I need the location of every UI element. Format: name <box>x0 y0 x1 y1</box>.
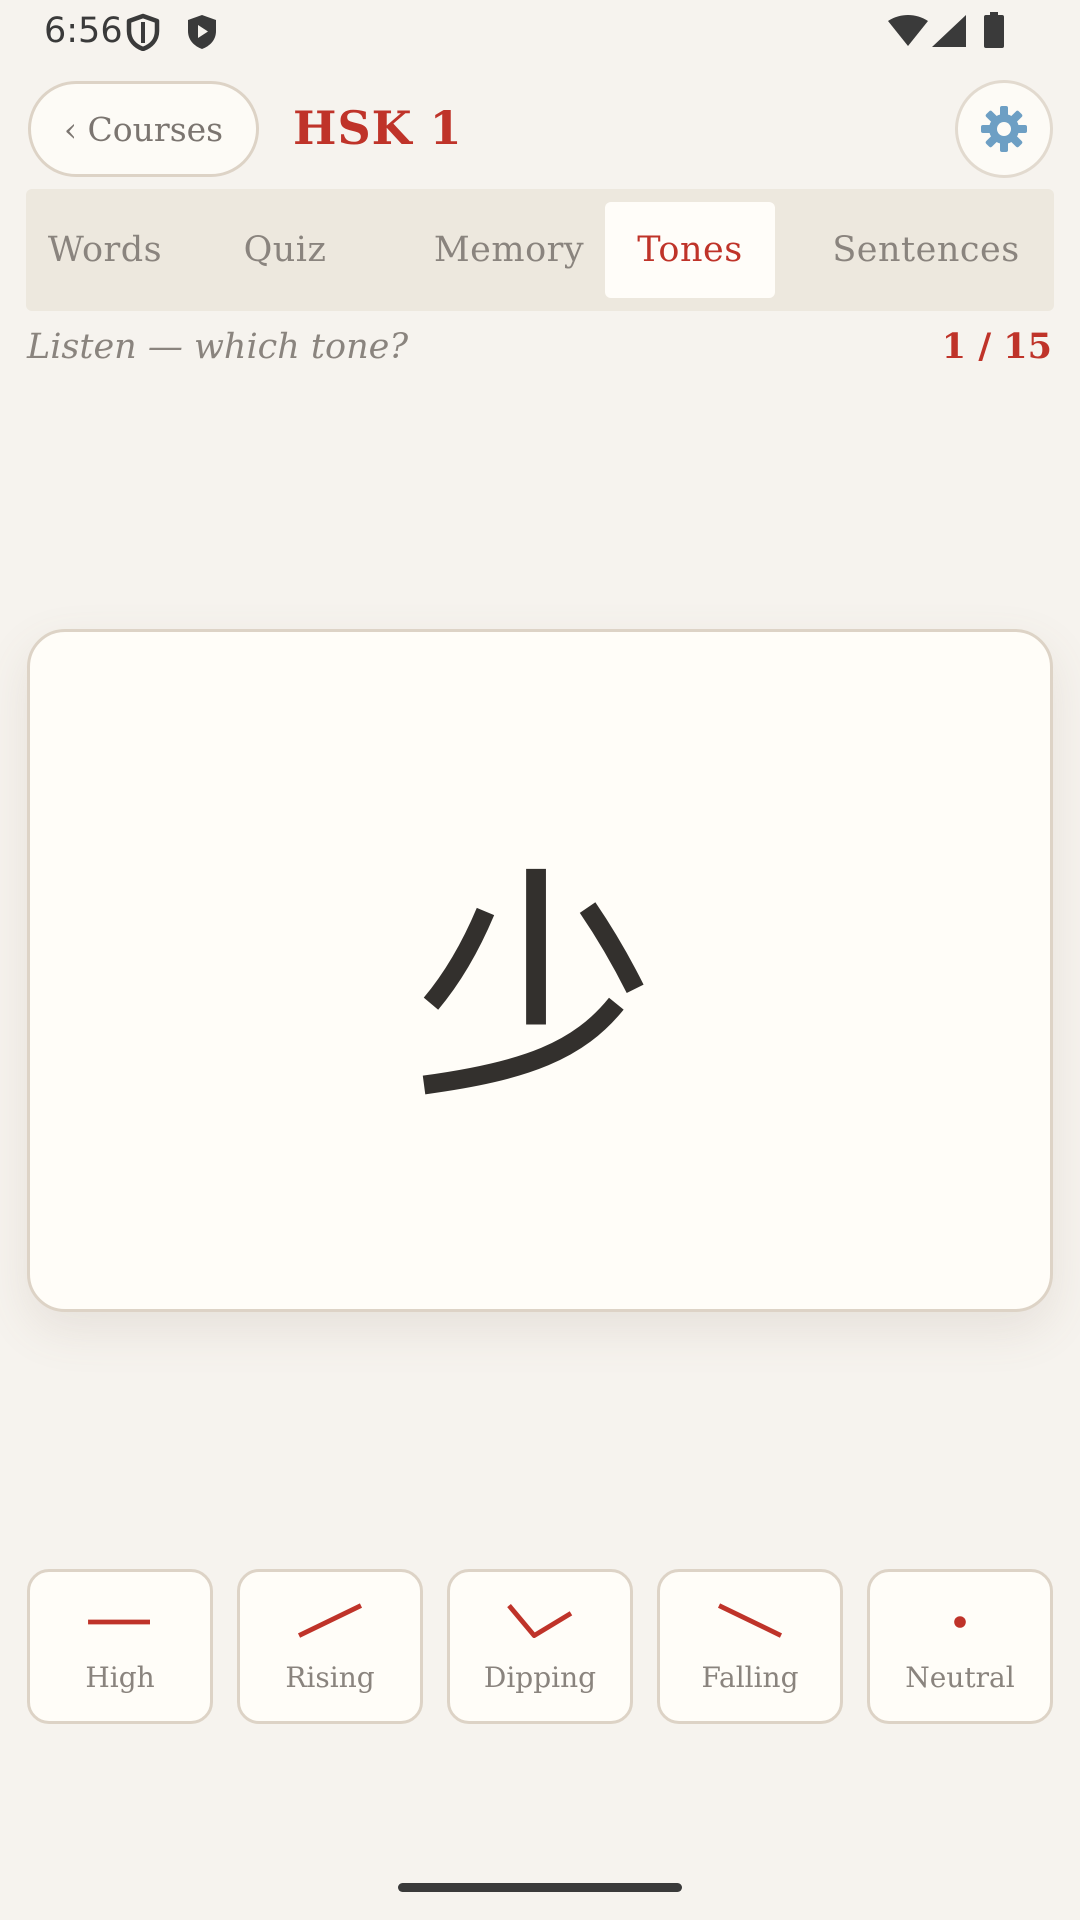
mode-tab-bar: Words Quiz Memory Tones Sentences <box>26 189 1054 311</box>
question-progress: 1 / 15 <box>941 326 1052 367</box>
tab-words[interactable]: Words <box>26 202 184 298</box>
shield-outline-icon <box>126 13 160 51</box>
back-button-label: ‹ Courses <box>63 109 224 149</box>
neutral-tone-icon <box>954 1616 966 1628</box>
tab-label: Quiz <box>243 230 327 270</box>
settings-button[interactable] <box>955 80 1053 178</box>
battery-icon <box>984 12 1004 48</box>
status-time: 6:56 <box>44 11 123 51</box>
tab-sentences[interactable]: Sentences <box>806 202 1046 298</box>
tab-label: Memory <box>433 230 585 270</box>
tone-falling-button[interactable]: Falling <box>657 1569 843 1724</box>
tone-label: Rising <box>285 1661 375 1694</box>
play-shield-icon <box>188 15 216 49</box>
tone-label: Falling <box>701 1661 799 1694</box>
tone-label: High <box>85 1661 155 1694</box>
dipping-tone-icon <box>507 1603 573 1638</box>
character-card[interactable]: 少 <box>27 629 1053 1312</box>
falling-tone-icon <box>717 1603 783 1638</box>
tab-quiz[interactable]: Quiz <box>206 202 364 298</box>
tone-rising-button[interactable]: Rising <box>237 1569 423 1724</box>
tab-memory[interactable]: Memory <box>386 202 632 298</box>
rising-tone-icon <box>297 1603 363 1638</box>
tone-label: Neutral <box>905 1661 1015 1694</box>
gear-icon <box>981 106 1027 152</box>
question-prompt: Listen — which tone? <box>27 327 409 367</box>
cell-signal-icon <box>932 15 966 47</box>
tone-options: High Rising Dipping Falling Neutral <box>27 1569 1053 1724</box>
tab-label: Sentences <box>832 230 1020 270</box>
high-tone-icon <box>88 1619 150 1625</box>
tone-neutral-button[interactable]: Neutral <box>867 1569 1053 1724</box>
page-title: HSK 1 <box>293 101 463 155</box>
tone-dipping-button[interactable]: Dipping <box>447 1569 633 1724</box>
wifi-icon <box>888 15 928 46</box>
tab-label: Tones <box>637 230 743 270</box>
hanzi-character: 少 <box>422 868 644 1095</box>
back-to-courses-button[interactable]: ‹ Courses <box>28 81 259 177</box>
status-bar: 6:56 <box>0 0 1080 62</box>
tone-high-button[interactable]: High <box>27 1569 213 1724</box>
tab-label: Words <box>47 230 163 270</box>
tab-tones[interactable]: Tones <box>605 202 775 298</box>
home-indicator[interactable] <box>398 1883 682 1892</box>
tone-label: Dipping <box>483 1661 597 1694</box>
